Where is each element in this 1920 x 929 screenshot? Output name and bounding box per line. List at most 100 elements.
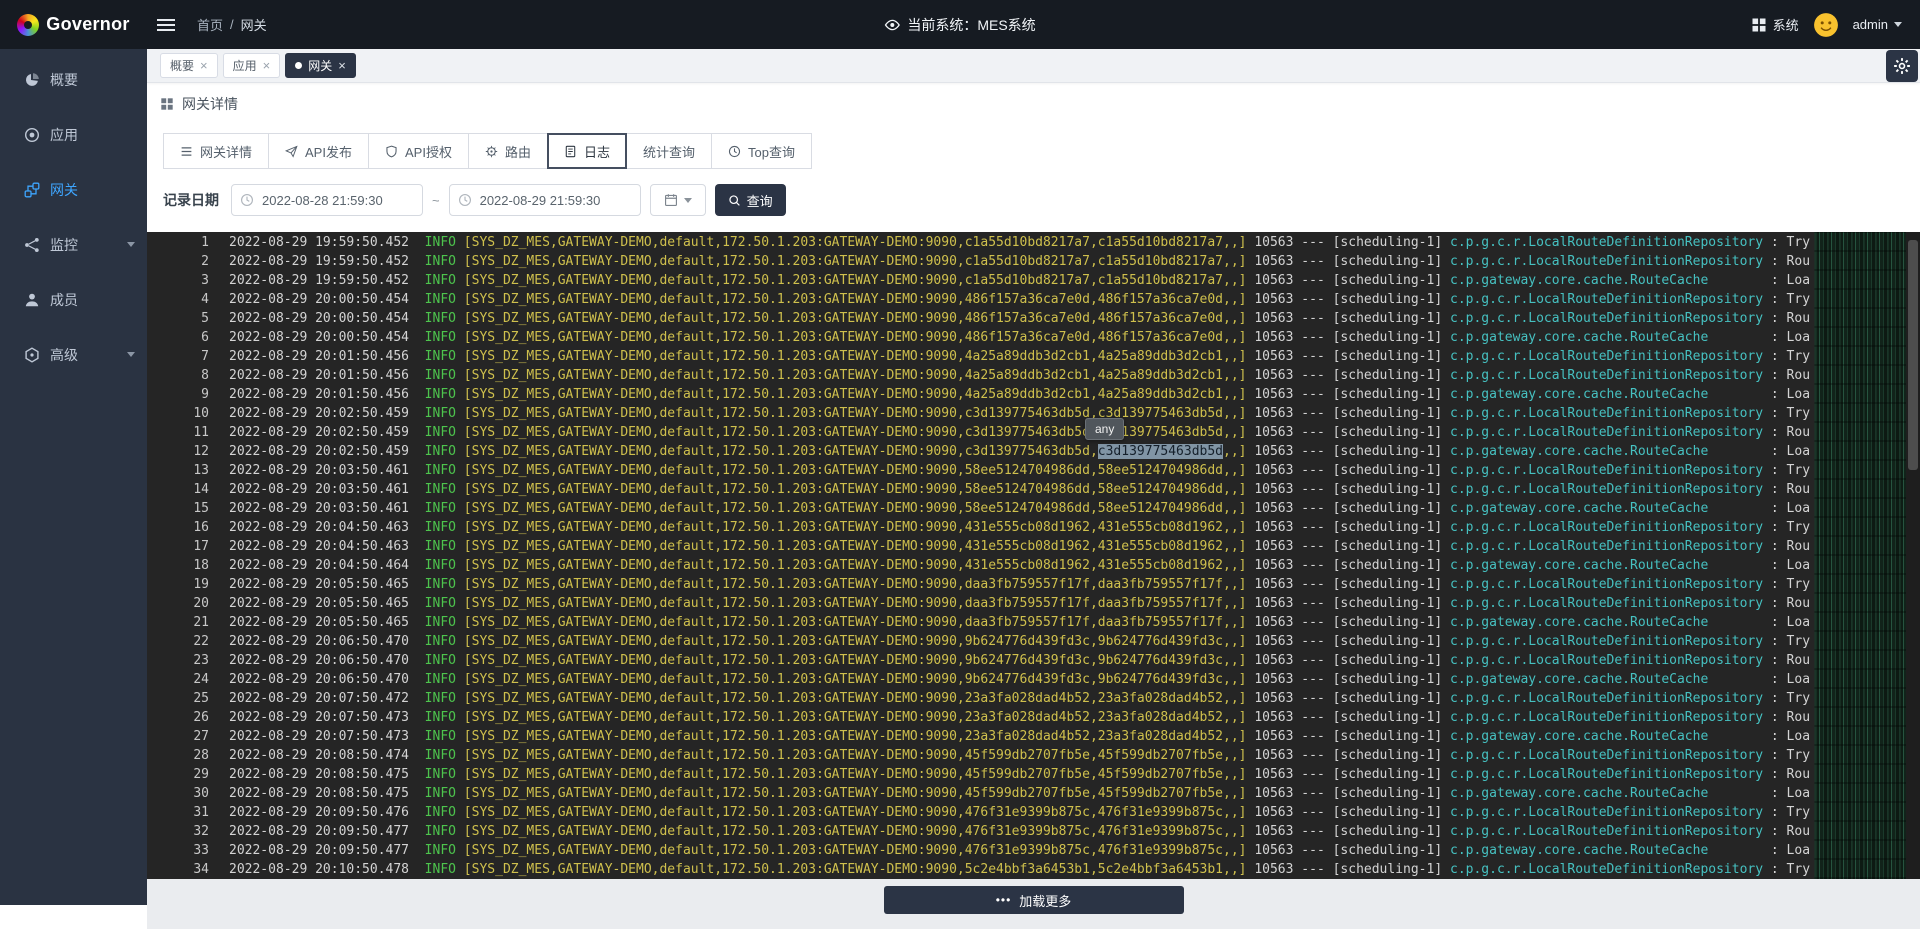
- tab-stats-query[interactable]: 统计查询: [626, 133, 712, 169]
- tab-label: 统计查询: [643, 142, 695, 161]
- selected-text: c3d139775463db5d: [1098, 444, 1223, 459]
- log-line: 292022-08-29 20:08:50.475 INFO [SYS_DZ_M…: [147, 765, 1920, 784]
- section-header: 网关详情: [147, 83, 1920, 123]
- log-text: 2022-08-29 20:02:50.459 INFO [SYS_DZ_MES…: [229, 404, 1810, 423]
- log-text: 2022-08-29 20:04:50.463 INFO [SYS_DZ_MES…: [229, 537, 1810, 556]
- search-icon: [728, 194, 741, 207]
- tab-top-query[interactable]: Top查询: [711, 133, 812, 169]
- date-preset-dropdown[interactable]: [650, 184, 706, 216]
- sidebar-item-gateway[interactable]: 网关: [0, 162, 147, 217]
- close-icon[interactable]: ×: [200, 59, 208, 72]
- search-button-label: 查询: [747, 191, 773, 210]
- log-text: 2022-08-29 20:07:50.473 INFO [SYS_DZ_MES…: [229, 708, 1810, 727]
- avatar[interactable]: [1813, 12, 1839, 38]
- log-text: 2022-08-29 20:01:50.456 INFO [SYS_DZ_MES…: [229, 385, 1810, 404]
- start-date-input[interactable]: [231, 184, 423, 216]
- line-number: 12: [147, 442, 209, 461]
- user-menu[interactable]: admin: [1853, 17, 1902, 32]
- line-number: 22: [147, 632, 209, 651]
- detail-tabs: 网关详情API发布API授权路由 日志 统计查询 Top查询: [163, 133, 1920, 169]
- end-date-input[interactable]: [449, 184, 641, 216]
- line-number: 19: [147, 575, 209, 594]
- load-more-button[interactable]: ••• 加载更多: [884, 886, 1184, 914]
- sidebar-item-advanced[interactable]: 高级: [0, 327, 147, 382]
- tab-api-auth[interactable]: API授权: [368, 133, 469, 169]
- date-range-label: 记录日期: [163, 190, 219, 210]
- tab-chip-apps[interactable]: 应用×: [223, 53, 281, 78]
- line-number: 28: [147, 746, 209, 765]
- list-icon: [180, 145, 193, 158]
- line-number: 4: [147, 290, 209, 309]
- active-dot: [295, 62, 302, 69]
- line-number: 32: [147, 822, 209, 841]
- log-text: 2022-08-29 20:05:50.465 INFO [SYS_DZ_MES…: [229, 575, 1810, 594]
- menu-toggle-icon[interactable]: [157, 12, 183, 38]
- sidebar-item-members[interactable]: 成员: [0, 272, 147, 327]
- sidebar-item-overview[interactable]: 概要: [0, 52, 147, 107]
- line-number: 6: [147, 328, 209, 347]
- settings-button[interactable]: [1886, 50, 1918, 82]
- log-text: 2022-08-29 20:06:50.470 INFO [SYS_DZ_MES…: [229, 670, 1810, 689]
- line-number: 24: [147, 670, 209, 689]
- log-text: 2022-08-29 20:03:50.461 INFO [SYS_DZ_MES…: [229, 480, 1810, 499]
- eye-icon: [884, 17, 900, 33]
- breadcrumb-current[interactable]: 网关: [241, 15, 267, 34]
- tab-api-publish[interactable]: API发布: [268, 133, 369, 169]
- close-icon[interactable]: ×: [338, 59, 346, 72]
- log-line: 252022-08-29 20:07:50.472 INFO [SYS_DZ_M…: [147, 689, 1920, 708]
- log-line: 22022-08-29 19:59:50.452 INFO [SYS_DZ_ME…: [147, 252, 1920, 271]
- tab-chip-label: 概要: [170, 57, 194, 74]
- user-icon: [24, 292, 40, 308]
- log-text: 2022-08-29 20:00:50.454 INFO [SYS_DZ_MES…: [229, 328, 1810, 347]
- flow-icon: [24, 182, 40, 198]
- section-grid-icon: [160, 97, 174, 111]
- line-number: 26: [147, 708, 209, 727]
- breadcrumb-separator: /: [230, 17, 234, 32]
- gear-icon: [1893, 57, 1911, 75]
- end-date-wrap: [449, 184, 641, 216]
- log-text: 2022-08-29 20:09:50.477 INFO [SYS_DZ_MES…: [229, 822, 1810, 841]
- tab-chip-overview[interactable]: 概要 ×: [160, 53, 218, 78]
- close-icon[interactable]: ×: [263, 59, 271, 72]
- search-button[interactable]: 查询: [715, 184, 786, 216]
- log-line: 202022-08-29 20:05:50.465 INFO [SYS_DZ_M…: [147, 594, 1920, 613]
- breadcrumb-home[interactable]: 首页: [197, 15, 223, 34]
- load-more-label: 加载更多: [1019, 891, 1071, 910]
- tab-chip-gateway[interactable]: 网关 ×: [285, 53, 356, 78]
- tab-label: 日志: [584, 142, 610, 161]
- disc-icon: [24, 127, 40, 143]
- start-date-wrap: [231, 184, 423, 216]
- line-number: 13: [147, 461, 209, 480]
- chevron-down-icon: [127, 352, 135, 361]
- log-line: 72022-08-29 20:01:50.456 INFO [SYS_DZ_ME…: [147, 347, 1920, 366]
- systems-button[interactable]: 系统: [1751, 15, 1799, 34]
- log-minimap: [1814, 232, 1906, 879]
- tab-gateway-detail[interactable]: 网关详情: [163, 133, 269, 169]
- tab-log[interactable]: 日志: [547, 133, 627, 169]
- log-line: 162022-08-29 20:04:50.463 INFO [SYS_DZ_M…: [147, 518, 1920, 537]
- tab-chips: 概要×应用×网关×: [160, 53, 356, 78]
- log-text: 2022-08-29 20:07:50.473 INFO [SYS_DZ_MES…: [229, 727, 1810, 746]
- log-line: 26 2022-08-29 20:07:50.473 INFO [SYS_DZ_M…: [147, 708, 1920, 727]
- log-line: 22 2022-08-29 20:06:50.470 INFO [SYS_DZ_M…: [147, 632, 1920, 651]
- log-text: 2022-08-29 19:59:50.452 INFO [SYS_DZ_MES…: [229, 252, 1810, 271]
- sidebar: 概要应用网关监控成员高级: [0, 49, 147, 905]
- line-number: 7: [147, 347, 209, 366]
- line-number: 21: [147, 613, 209, 632]
- scrollbar-thumb[interactable]: [1908, 240, 1918, 470]
- log-text: 2022-08-29 20:03:50.461 INFO [SYS_DZ_MES…: [229, 499, 1810, 518]
- log-text: 2022-08-29 20:06:50.470 INFO [SYS_DZ_MES…: [229, 632, 1810, 651]
- log-line: 82022-08-29 20:01:50.456 INFO [SYS_DZ_ME…: [147, 366, 1920, 385]
- scrollbar[interactable]: [1906, 232, 1920, 879]
- tab-route[interactable]: 路由: [468, 133, 548, 169]
- log-line: 172022-08-29 20:04:50.463 INFO [SYS_DZ_M…: [147, 537, 1920, 556]
- page-title: 网关详情: [182, 94, 238, 114]
- tab-chip-label: 网关: [308, 57, 332, 74]
- sidebar-item-monitor[interactable]: 监控: [0, 217, 147, 272]
- log-viewer: 12022-08-29 19:59:50.452 INFO [SYS_DZ_ME…: [147, 232, 1920, 879]
- log-line: 32022-08-29 19:59:50.452 INFO [SYS_DZ_ME…: [147, 271, 1920, 290]
- sidebar-item-label: 高级: [50, 345, 78, 365]
- sidebar-item-apps[interactable]: 应用: [0, 107, 147, 162]
- log-line: 342022-08-29 20:10:50.478 INFO [SYS_DZ_M…: [147, 860, 1920, 879]
- log-line: 302022-08-29 20:08:50.475 INFO [SYS_DZ_M…: [147, 784, 1920, 803]
